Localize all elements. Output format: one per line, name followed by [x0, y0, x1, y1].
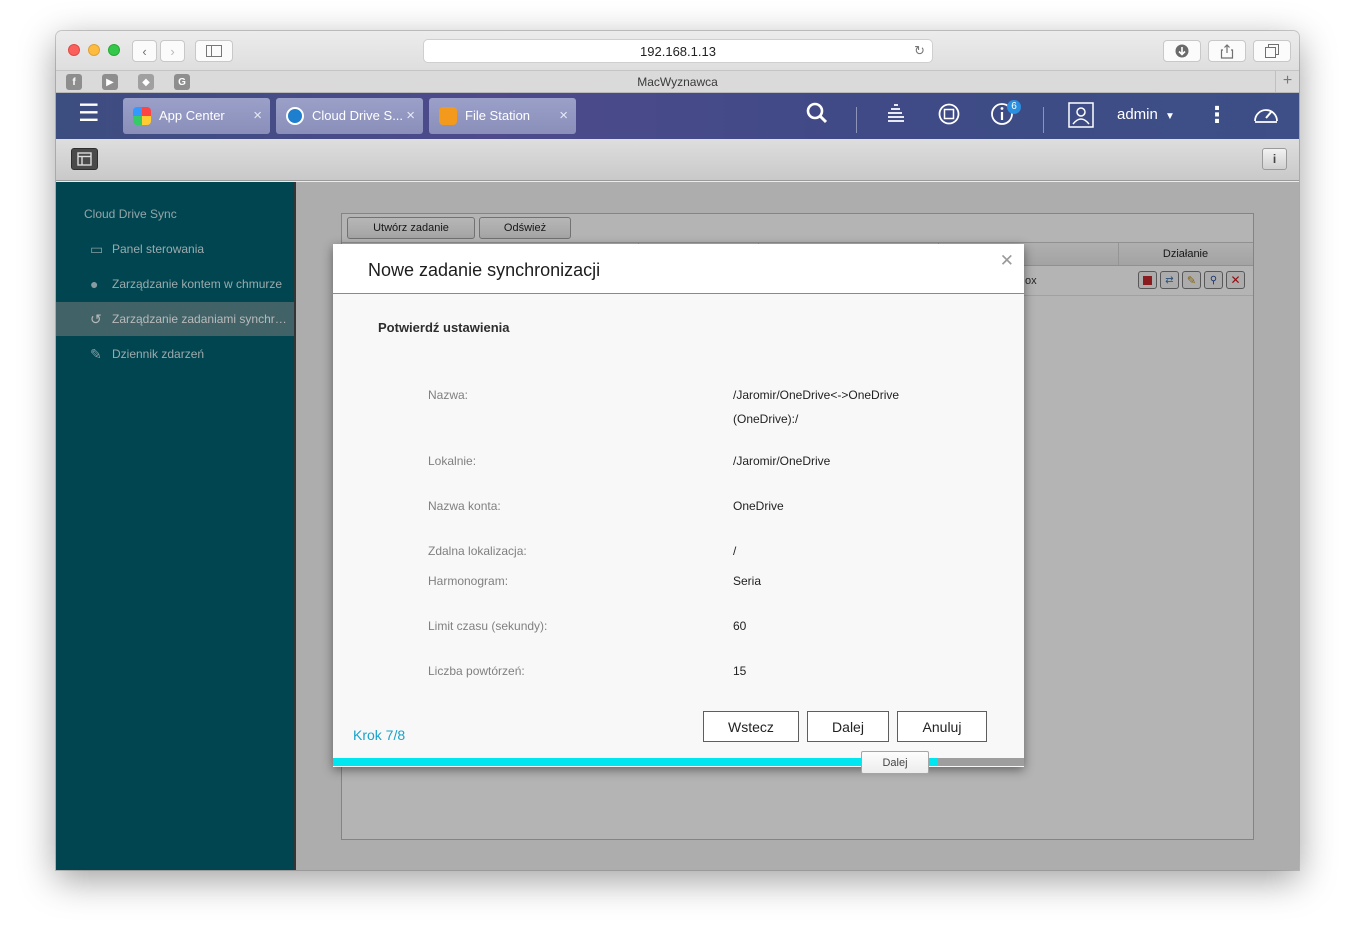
tabs-icon [1265, 44, 1279, 58]
field-value-account: OneDrive [733, 499, 784, 513]
field-value-remote: / [733, 544, 737, 558]
new-sync-job-dialog: Nowe zadanie synchronizacji ✕ Potwierdź … [333, 244, 1024, 767]
app-center-icon [133, 107, 151, 125]
field-value-retries: 15 [733, 664, 747, 678]
close-window-button[interactable] [68, 44, 80, 56]
field-value-timeout: 60 [733, 619, 747, 633]
user-icon[interactable] [1068, 102, 1094, 134]
back-button[interactable]: Wstecz [703, 711, 799, 742]
header-divider [1043, 107, 1044, 133]
close-icon[interactable]: ✕ [1000, 251, 1014, 271]
next-button[interactable]: Dalej [807, 711, 889, 742]
field-label-local: Lokalnie: [428, 454, 477, 468]
download-icon [1175, 44, 1189, 58]
close-icon[interactable]: × [253, 107, 262, 124]
downloads-button[interactable] [1163, 40, 1201, 62]
tab-title: MacWyznawca [637, 75, 718, 89]
search-icon[interactable] [806, 102, 828, 130]
sync-icon[interactable] [937, 102, 961, 132]
field-value-local: /Jaromir/OneDrive [733, 454, 831, 468]
info-icon: i [1272, 152, 1277, 166]
field-label-account: Nazwa konta: [428, 499, 501, 513]
new-tab-button[interactable]: + [1275, 71, 1299, 92]
field-label-schedule: Harmonogram: [428, 574, 509, 588]
app-tab-file-station[interactable]: File Station × [429, 98, 576, 134]
sidebar-icon [206, 45, 222, 57]
field-label-timeout: Limit czasu (sekundy): [428, 619, 548, 633]
minimize-window-button[interactable] [88, 44, 100, 56]
tooltip: Dalej [861, 751, 929, 774]
cloud-drive-icon [286, 107, 304, 125]
menu-icon[interactable]: ☰ [78, 102, 118, 130]
app-tab-cloud-drive-sync[interactable]: Cloud Drive S... × [276, 98, 423, 134]
app-tab-label: Cloud Drive S... [312, 108, 404, 123]
user-menu[interactable]: admin ▼ [1117, 106, 1175, 123]
step-indicator: Krok 7/8 [353, 727, 406, 743]
share-icon [1220, 43, 1234, 59]
dashboard-icon[interactable] [1252, 102, 1280, 132]
back-button[interactable]: ‹ [132, 40, 157, 62]
address-bar[interactable]: 192.168.1.13 ↻ [423, 39, 933, 63]
info-button[interactable]: i [1262, 148, 1287, 170]
bookmarks-bar: f ▶ ◆ G MacWyznawca + [56, 70, 1299, 93]
user-name: admin [1117, 106, 1158, 123]
field-label-retries: Liczba powtórzeń: [428, 664, 525, 678]
dialog-subtitle: Potwierdź ustawienia [378, 320, 510, 335]
dialog-title: Nowe zadanie synchronizacji [368, 260, 601, 280]
progress-fill [333, 758, 938, 766]
background-tasks-icon[interactable] [885, 102, 907, 130]
chevron-left-icon: ‹ [142, 43, 147, 59]
file-station-icon [439, 107, 457, 125]
app-tab-label: File Station [465, 108, 531, 123]
window-layout-button[interactable] [71, 148, 98, 170]
field-label-remote: Zdalna lokalizacja: [428, 544, 527, 558]
field-label-name: Nazwa: [428, 388, 469, 402]
tabs-overview-button[interactable] [1253, 40, 1291, 62]
caret-down-icon: ▼ [1165, 111, 1175, 122]
notification-badge: 6 [1007, 100, 1021, 114]
app-tab-app-center[interactable]: App Center × [123, 98, 270, 134]
share-button[interactable] [1208, 40, 1246, 62]
field-value-name: /Jaromir/OneDrive<->OneDrive (OneDrive):… [733, 388, 900, 426]
sidebar-toggle-button[interactable] [195, 40, 233, 62]
forward-button[interactable]: › [160, 40, 185, 62]
browser-window: ‹ › 192.168.1.13 ↻ f ▶ ◆ G MacWyznawca +… [56, 31, 1299, 870]
qts-header: ☰ App Center × Cloud Drive S... × File S… [56, 93, 1299, 139]
address-text: 192.168.1.13 [640, 43, 716, 59]
close-icon[interactable]: × [559, 107, 568, 124]
reload-icon[interactable]: ↻ [914, 43, 925, 59]
close-icon[interactable]: × [406, 107, 415, 124]
more-options-icon[interactable]: ⋮ [1206, 102, 1228, 128]
layout-icon [77, 152, 92, 166]
zoom-window-button[interactable] [108, 44, 120, 56]
app-toolbar: i [56, 139, 1299, 181]
field-value-schedule: Seria [733, 574, 762, 588]
cancel-button[interactable]: Anuluj [897, 711, 987, 742]
browser-toolbar: ‹ › 192.168.1.13 ↻ [56, 31, 1299, 70]
header-divider [856, 107, 857, 133]
app-tab-label: App Center [159, 108, 225, 123]
dialog-header: Nowe zadanie synchronizacji ✕ [333, 244, 1024, 294]
chevron-right-icon: › [170, 43, 175, 59]
